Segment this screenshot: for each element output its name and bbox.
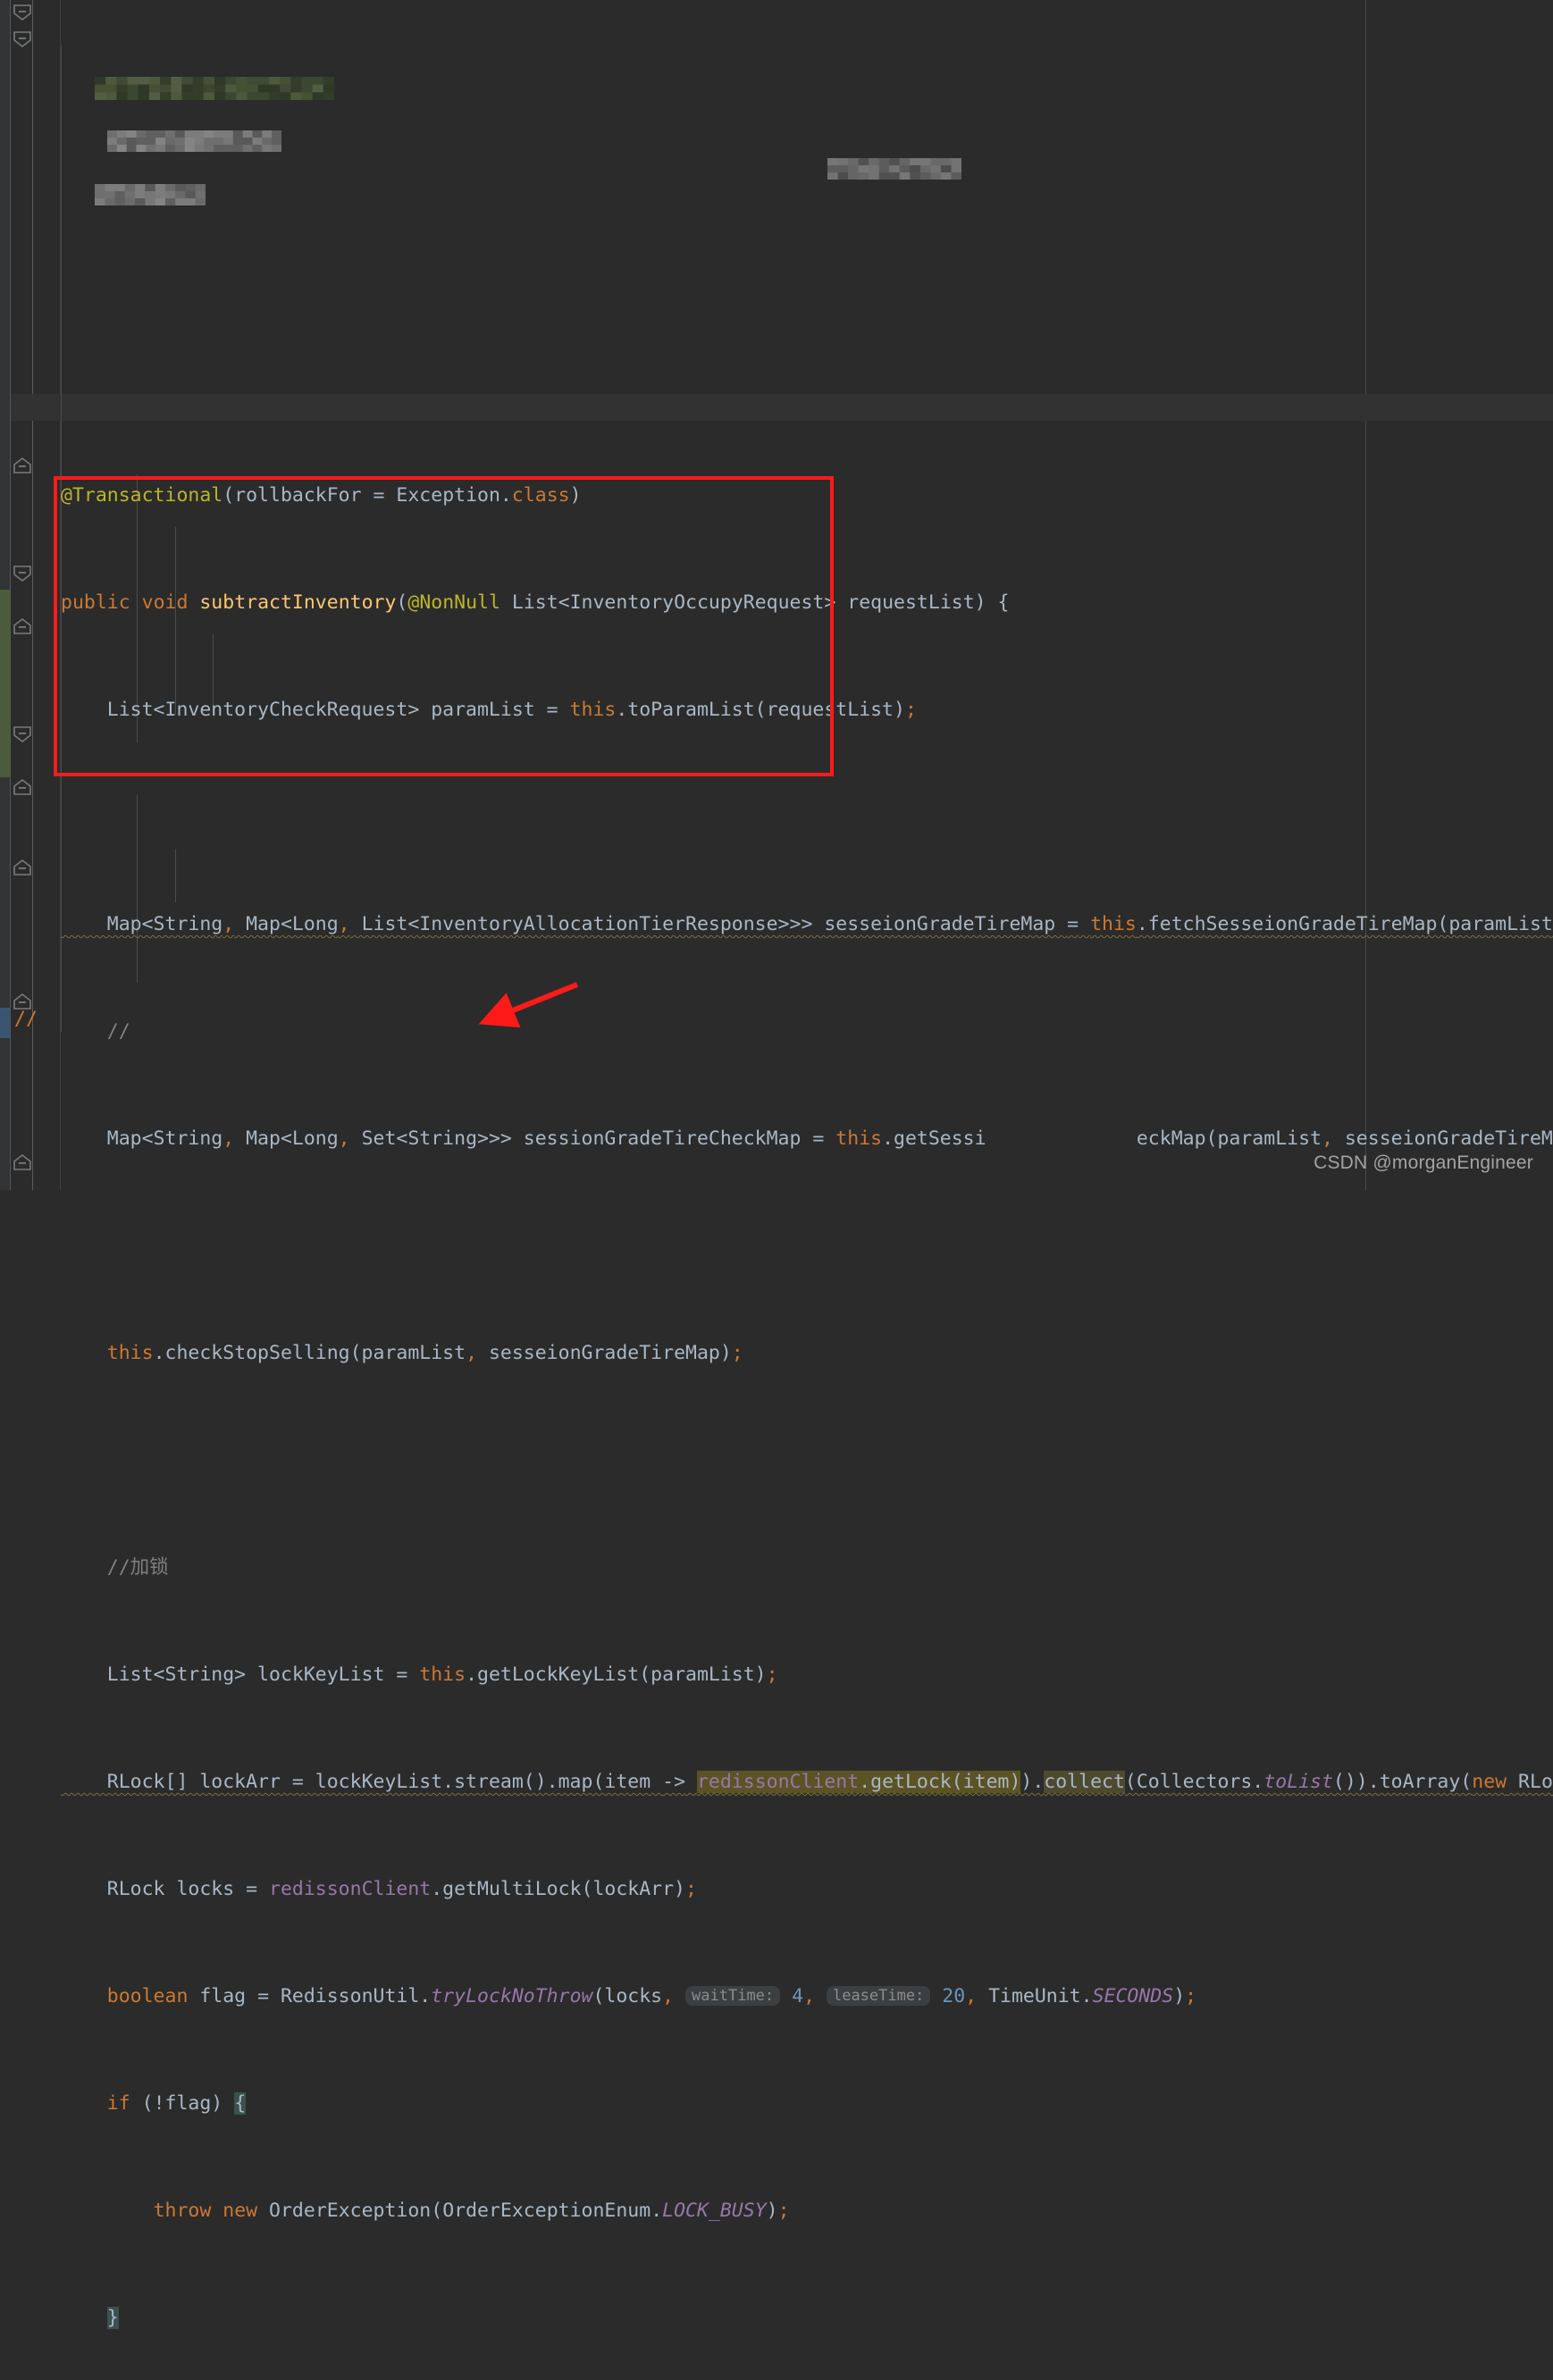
vcs-changed-lines-marker[interactable] — [0, 590, 10, 777]
vcs-annotation-strip[interactable] — [0, 0, 10, 1190]
redacted-identifier-block — [827, 158, 961, 180]
code-line-redacted — [61, 804, 1553, 831]
fold-expand-icon[interactable] — [13, 1154, 32, 1171]
code-line-redacted: // — [61, 1018, 1553, 1045]
fold-expand-icon[interactable] — [13, 859, 32, 876]
code-line[interactable]: Map<String, Map<Long, List<InventoryAllo… — [61, 911, 1553, 938]
fold-collapse-icon[interactable] — [13, 725, 32, 742]
code-line-redacted — [61, 1233, 1553, 1260]
indent-guide — [175, 527, 176, 715]
code-line[interactable]: List<String> lockKeyList = this.getLockK… — [61, 1662, 1553, 1689]
fold-collapse-icon[interactable] — [13, 565, 32, 582]
code-line[interactable]: } — [61, 2305, 1553, 2332]
code-line[interactable]: //加锁 — [61, 1555, 1553, 1581]
fold-collapse-top-icon[interactable] — [13, 4, 32, 21]
code-content[interactable]: @Transactional(rollbackFor = Exception.c… — [61, 0, 1553, 1190]
code-line[interactable] — [61, 1447, 1553, 1474]
redacted-comment-block — [95, 184, 206, 205]
fold-collapse-icon[interactable] — [13, 30, 32, 47]
indent-guide — [175, 849, 176, 902]
fold-expand-icon[interactable] — [13, 779, 32, 796]
vcs-modified-line-marker[interactable] — [0, 1008, 10, 1038]
code-editor[interactable]: // @Transactional(rollbackFor = Exceptio… — [0, 0, 1553, 1190]
code-line-current[interactable]: if (!flag) { — [61, 2091, 1553, 2117]
code-line[interactable]: this.checkStopSelling(paramList, sesseio… — [61, 1340, 1553, 1367]
code-line[interactable]: @Transactional(rollbackFor = Exception.c… — [61, 482, 1553, 509]
redacted-comment-block — [107, 130, 281, 152]
csdn-watermark: CSDN @morganEngineer — [1314, 1152, 1533, 1174]
code-line[interactable]: RLock[] lockArr = lockKeyList.stream().m… — [61, 1769, 1553, 1796]
redacted-comment-block — [95, 77, 334, 100]
inlay-hint-leasetime: leaseTime: — [827, 1986, 930, 2006]
current-line-highlight — [11, 394, 1553, 421]
code-line[interactable]: Map<String, Map<Long, Set<String>>> sess… — [61, 1126, 1553, 1152]
fold-expand-icon[interactable] — [13, 618, 32, 635]
code-line[interactable]: throw new OrderException(OrderExceptionE… — [61, 2198, 1553, 2225]
code-line[interactable]: List<InventoryCheckRequest> paramList = … — [61, 697, 1553, 724]
code-line[interactable]: public void subtractInventory(@NonNull L… — [61, 590, 1553, 616]
code-line[interactable]: RLock locks = redissonClient.getMultiLoc… — [61, 1876, 1553, 1903]
inlay-hint-waittime: waitTime: — [685, 1986, 780, 2006]
fold-expand-icon[interactable] — [13, 457, 32, 474]
indent-guide — [61, 45, 62, 1032]
unlock-call-arrow — [456, 974, 599, 1045]
code-line[interactable]: boolean flag = RedissonUtil.tryLockNoThr… — [61, 1983, 1553, 2010]
commented-line-marker: // — [14, 1008, 38, 1030]
